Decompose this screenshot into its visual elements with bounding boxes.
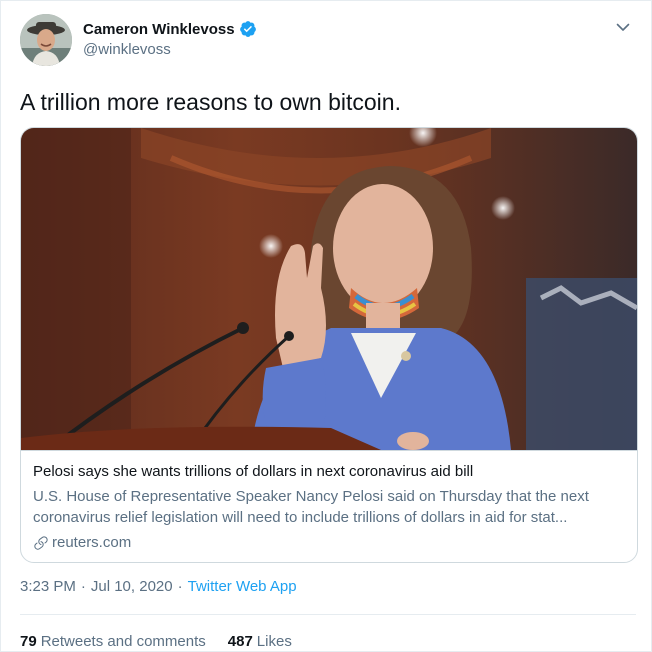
likes-stat[interactable]: 487 Likes — [228, 633, 292, 650]
author-name-row[interactable]: Cameron Winklevoss — [83, 19, 257, 39]
retweets-count: 79 — [20, 633, 37, 650]
tweet-date[interactable]: Jul 10, 2020 — [91, 578, 173, 595]
card-domain-text[interactable]: reuters.com — [52, 532, 131, 553]
link-card[interactable]: Pelosi says she wants trillions of dolla… — [20, 127, 638, 563]
news-photo — [21, 128, 637, 450]
chevron-down-icon[interactable] — [613, 17, 633, 37]
card-image[interactable] — [21, 128, 637, 450]
likes-count: 487 — [227, 633, 253, 650]
divider — [20, 614, 636, 615]
retweets-stat[interactable]: 79 Retweets and comments — [20, 633, 206, 650]
author-display-name[interactable]: Cameron Winklevoss — [83, 21, 235, 38]
link-icon — [34, 535, 48, 550]
author-handle[interactable]: @winklevoss — [83, 41, 171, 58]
avatar[interactable] — [20, 14, 72, 66]
likes-label: Likes — [256, 633, 292, 650]
verified-badge-icon — [239, 20, 257, 38]
card-description: U.S. House of Representative Speaker Nan… — [33, 488, 589, 526]
tweet-text: A trillion more reasons to own bitcoin. — [20, 89, 401, 115]
tweet-time[interactable]: 3:23 PM — [20, 578, 76, 595]
card-domain[interactable]: reuters.com — [33, 532, 625, 553]
card-body[interactable]: Pelosi says she wants trillions of dolla… — [21, 450, 637, 562]
meta-separator: · — [177, 578, 183, 595]
tweet-meta: 3:23 PM · Jul 10, 2020 · Twitter Web App — [20, 578, 297, 595]
meta-separator: · — [80, 578, 86, 595]
tweet: Cameron Winklevoss @winklevoss A trillio… — [0, 0, 652, 652]
tweet-source-app[interactable]: Twitter Web App — [188, 578, 297, 595]
tweet-stats: 79 Retweets and comments 487 Likes — [20, 633, 314, 650]
card-title[interactable]: Pelosi says she wants trillions of dolla… — [33, 461, 625, 482]
retweets-label: Retweets and comments — [40, 633, 206, 650]
avatar-image — [20, 14, 72, 66]
